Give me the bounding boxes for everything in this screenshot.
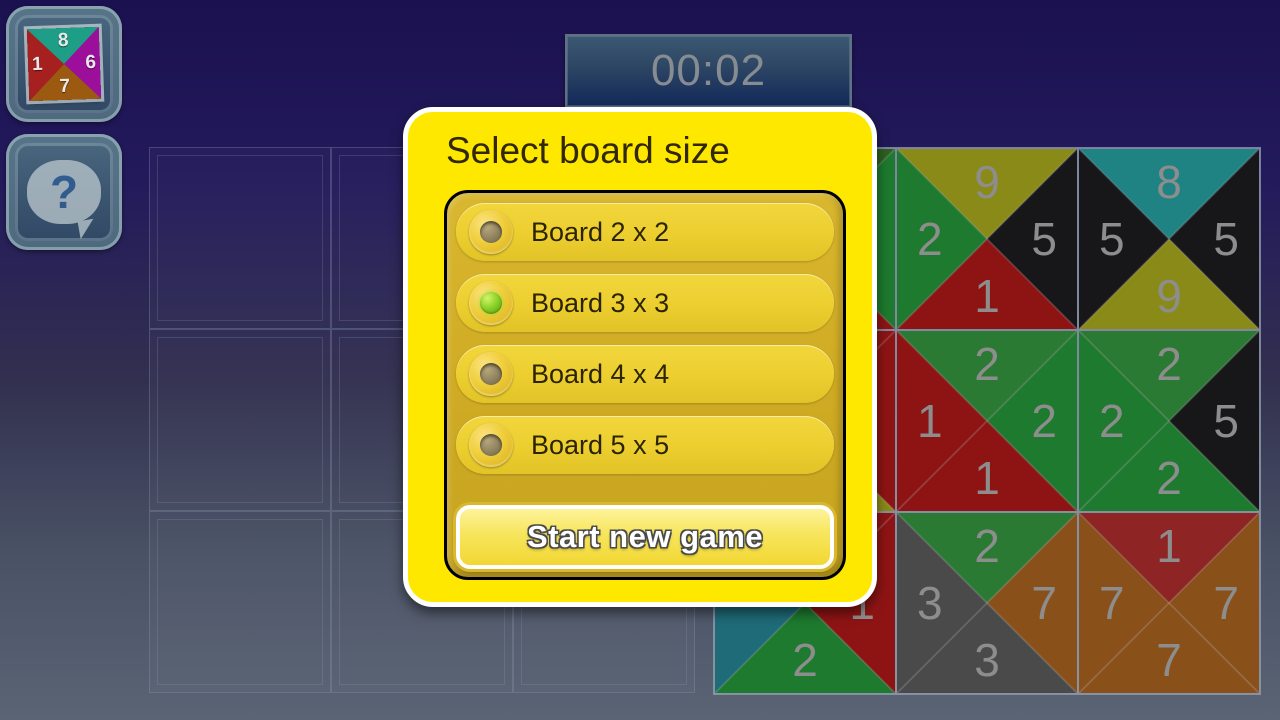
- radio-button-icon[interactable]: [469, 210, 513, 254]
- board-size-radio-group: Board 2 x 2 Board 3 x 3 Board 4 x 4 Board 5…: [456, 203, 834, 474]
- tile-value-bottom: 9: [1156, 270, 1182, 322]
- app-icon: 8671: [27, 27, 101, 101]
- tile-value-left: 2: [1099, 395, 1125, 447]
- tile-value-right: 5: [1031, 213, 1057, 265]
- tile-value-right: 2: [1031, 395, 1057, 447]
- tile-value-bottom: 3: [974, 634, 1000, 686]
- tile-value-right: 7: [1213, 577, 1239, 629]
- tile-value-left: 5: [1099, 213, 1125, 265]
- radio-button-icon[interactable]: [469, 281, 513, 325]
- dialog-title: Select board size: [446, 130, 730, 171]
- tile-value-right: 5: [1213, 213, 1239, 265]
- help-glyph: ?: [49, 166, 79, 218]
- board-size-option-label: Board 4 x 4: [531, 358, 670, 389]
- radio-indicator: [480, 221, 502, 243]
- tile-value-bottom: 2: [792, 634, 818, 686]
- board-size-option-label: Board 2 x 2: [531, 216, 670, 247]
- puzzle-tile[interactable]: 1777: [1078, 512, 1260, 694]
- radio-button-icon[interactable]: [469, 352, 513, 396]
- radio-indicator: [480, 434, 502, 456]
- board-size-option-3x3[interactable]: Board 3 x 3: [456, 274, 834, 332]
- help-button[interactable]: ?: [6, 134, 122, 250]
- select-board-size-dialog: Select board size Board 2 x 2 Board 3 x 3…: [403, 107, 877, 607]
- start-new-game-label: Start new game: [526, 519, 764, 554]
- tile-value-top: 1: [1156, 520, 1182, 572]
- tile-value-left: 7: [1099, 577, 1125, 629]
- tile-value-bottom: 7: [1156, 634, 1182, 686]
- puzzle-tile[interactable]: 2211: [896, 330, 1078, 512]
- board-size-options-panel: Board 2 x 2 Board 3 x 3 Board 4 x 4 Board 5…: [444, 190, 846, 580]
- puzzle-tile[interactable]: 2733: [896, 512, 1078, 694]
- timer-value: 00:02: [650, 46, 767, 95]
- tile-value-top: 9: [974, 156, 1000, 208]
- board-size-option-5x5[interactable]: Board 5 x 5: [456, 416, 834, 474]
- game-screen: 8671 ? 00:02 95128595221125221227331777 …: [0, 0, 1280, 720]
- tile-value-top: 8: [1156, 156, 1182, 208]
- tile-value-top: 2: [974, 520, 1000, 572]
- tile-value-bottom: 2: [1156, 452, 1182, 504]
- tile-value-right: 5: [1213, 395, 1239, 447]
- board-size-option-4x4[interactable]: Board 4 x 4: [456, 345, 834, 403]
- puzzle-tile[interactable]: 8595: [1078, 148, 1260, 330]
- tile-value-left: 3: [917, 577, 943, 629]
- app-icon-button[interactable]: 8671: [6, 6, 122, 122]
- radio-indicator: [480, 292, 502, 314]
- radio-button-icon[interactable]: [469, 423, 513, 467]
- empty-board-slot[interactable]: [149, 329, 331, 511]
- app-icon-value-left: 1: [31, 53, 43, 76]
- start-new-game-button[interactable]: Start new game: [456, 505, 834, 569]
- tile-value-left: 1: [917, 395, 943, 447]
- board-size-option-label: Board 3 x 3: [531, 287, 670, 318]
- board-size-option-2x2[interactable]: Board 2 x 2: [456, 203, 834, 261]
- empty-board-slot[interactable]: [149, 511, 331, 693]
- puzzle-tile[interactable]: 2522: [1078, 330, 1260, 512]
- question-mark-icon: ?: [27, 160, 101, 224]
- tile-value-right: 7: [1031, 577, 1057, 629]
- tile-value-bottom: 1: [974, 270, 1000, 322]
- empty-board-slot[interactable]: [149, 147, 331, 329]
- game-timer: 00:02: [565, 34, 852, 108]
- board-size-option-label: Board 5 x 5: [531, 429, 670, 460]
- radio-indicator: [480, 363, 502, 385]
- app-icon-value-bottom: 7: [59, 75, 71, 98]
- tile-value-bottom: 1: [974, 452, 1000, 504]
- puzzle-tile[interactable]: 9512: [896, 148, 1078, 330]
- tile-value-left: 2: [917, 213, 943, 265]
- app-icon-value-top: 8: [57, 29, 69, 52]
- tile-value-top: 2: [1156, 338, 1182, 390]
- tile-value-top: 2: [974, 338, 1000, 390]
- app-icon-value-right: 6: [85, 51, 97, 74]
